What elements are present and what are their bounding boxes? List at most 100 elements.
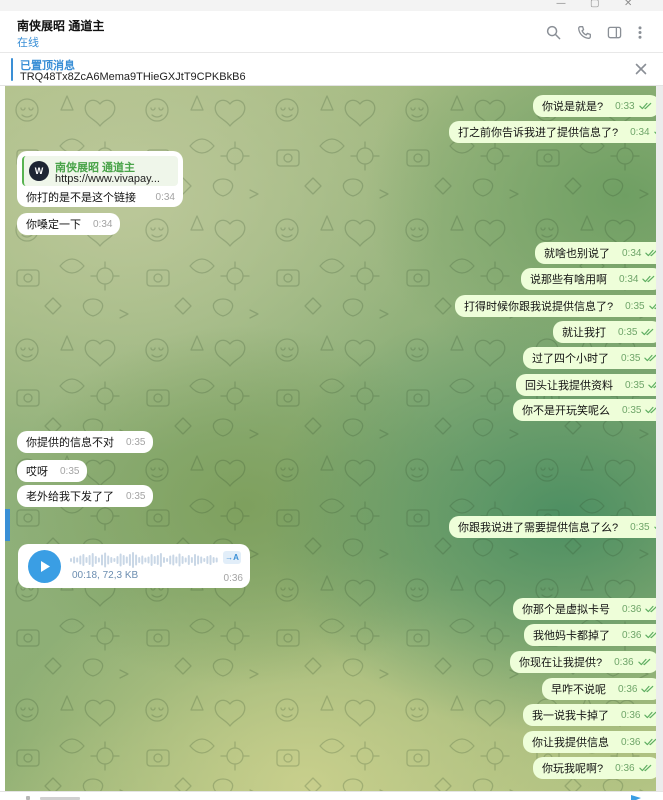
message-time: 0:35 xyxy=(621,352,641,364)
incoming-message[interactable]: 你提供的信息不对 0:35 xyxy=(17,431,154,453)
chat-title[interactable]: 南侠展昭 通道主 xyxy=(17,17,104,34)
play-button[interactable] xyxy=(28,550,61,583)
waveform-bar xyxy=(206,556,209,564)
chat-status: 在线 xyxy=(17,37,39,49)
waveform-bar xyxy=(94,556,97,564)
outgoing-message[interactable]: 过了四个小时了 0:35 xyxy=(523,347,656,369)
chat-area: W 南侠展昭 通道主 https://www.vivapay... 你打的是不是… xyxy=(5,86,656,791)
waveform-bar xyxy=(132,552,134,568)
window-titlebar: — ▢ ✕ xyxy=(0,0,663,11)
search-icon[interactable] xyxy=(544,23,562,41)
link-preview[interactable]: W 南侠展昭 通道主 https://www.vivapay... xyxy=(22,156,178,186)
message-time: 0:34 xyxy=(622,247,642,259)
message-text: 你那个是虚拟卡号 xyxy=(522,604,610,616)
waveform-bar xyxy=(70,558,72,562)
pinned-text: TRQ48Tx8ZcA6Mema9THieGXJtT9CPKBkB6 xyxy=(20,71,246,83)
message-time: 0:36 xyxy=(223,573,243,584)
outgoing-message[interactable]: 你不是开玩笑呢么 0:35 xyxy=(513,399,656,421)
waveform-bar xyxy=(184,557,187,563)
outgoing-message[interactable]: 你现在让我提供? 0:36 xyxy=(510,651,656,673)
voice-duration-size: 00:18, 72,3 KB xyxy=(72,570,139,581)
double-check-icon xyxy=(644,738,656,746)
pinned-accent-bar xyxy=(11,58,13,81)
outgoing-message[interactable]: 早咋不说呢 0:36 xyxy=(542,678,656,700)
phone-icon[interactable] xyxy=(575,23,593,41)
waveform-bar xyxy=(138,557,141,563)
message-time: 0:35 xyxy=(625,379,645,391)
message-time: 0:35 xyxy=(622,404,642,416)
link-preview-url[interactable]: https://www.vivapay... xyxy=(55,173,177,185)
outgoing-message[interactable]: 你玩我呢啊? 0:36 xyxy=(533,757,656,779)
waveform-bar xyxy=(107,555,110,565)
waveform-bar xyxy=(110,557,113,563)
message-time: 0:36 xyxy=(622,629,642,641)
waveform-bar xyxy=(200,556,203,564)
waveform-bar xyxy=(91,553,94,567)
message-text: 你现在让我提供? xyxy=(519,657,603,669)
scrollbar-track[interactable] xyxy=(656,86,663,791)
message-text: 回头让我提供资料 xyxy=(525,380,613,392)
play-icon xyxy=(40,561,50,572)
chat-header: 南侠展昭 通道主 在线 xyxy=(0,11,663,53)
voice-waveform[interactable] xyxy=(70,551,220,569)
incoming-message[interactable]: 你嗓定一下 0:34 xyxy=(17,213,121,235)
outgoing-message[interactable]: 我他妈卡都掉了 0:36 xyxy=(524,624,656,646)
message-text: 过了四个小时了 xyxy=(532,353,609,365)
incoming-message[interactable]: 老外给我下发了了 0:35 xyxy=(17,485,154,507)
outgoing-message[interactable]: 就让我打 0:35 xyxy=(553,321,656,343)
outgoing-message[interactable]: 打之前你告诉我进了提供信息了? 0:34 xyxy=(449,121,656,143)
outgoing-message[interactable]: 你跟我说进了需要提供信息了么? 0:35 xyxy=(449,516,656,538)
waveform-bar xyxy=(73,556,76,564)
outgoing-message[interactable]: 就啥也别说了 0:34 xyxy=(535,242,656,264)
outgoing-message[interactable]: 你让我提供信息 0:36 xyxy=(523,731,656,753)
pinned-message-bar[interactable]: 已置顶消息 TRQ48Tx8ZcA6Mema9THieGXJtT9CPKBkB6 xyxy=(0,53,663,86)
outgoing-message[interactable]: 打得时候你跟我说提供信息了? 0:35 xyxy=(455,295,656,317)
message-time: 0:35 xyxy=(630,521,650,533)
message-time: 0:35 xyxy=(625,300,645,312)
double-check-icon xyxy=(644,354,656,362)
sidebar-toggle-icon[interactable] xyxy=(605,23,623,41)
incoming-voice-message[interactable]: →A 00:18, 72,3 KB 0:36 xyxy=(18,544,250,588)
message-text: 哎呀 xyxy=(26,466,48,478)
double-check-icon xyxy=(648,382,656,389)
incoming-message[interactable]: 哎呀 0:35 xyxy=(17,460,88,482)
waveform-bar xyxy=(113,558,116,562)
double-check-icon xyxy=(642,275,655,283)
outgoing-message[interactable]: 我一说我卡掉了 0:36 xyxy=(523,704,656,726)
outgoing-message[interactable]: 你那个是虚拟卡号 0:36 xyxy=(513,598,656,620)
waveform-bar xyxy=(194,554,196,566)
outgoing-message[interactable]: 你说是就是? 0:33 xyxy=(533,95,656,117)
waveform-bar xyxy=(175,556,178,564)
waveform-bar xyxy=(85,557,88,563)
left-edge-tab[interactable] xyxy=(5,509,10,541)
waveform-bar xyxy=(104,552,107,568)
double-check-icon xyxy=(638,102,651,110)
maximize-icon[interactable]: ▢ xyxy=(590,0,599,9)
message-text: 老外给我下发了了 xyxy=(26,491,114,503)
incoming-link-message[interactable]: W 南侠展昭 通道主 https://www.vivapay... 你打的是不是… xyxy=(17,151,183,207)
waveform-bar xyxy=(125,556,128,564)
outgoing-message[interactable]: 回头让我提供资料 0:35 xyxy=(516,374,656,396)
message-time: 0:34 xyxy=(93,218,113,230)
close-icon[interactable] xyxy=(633,61,649,77)
message-text: 我一说我卡掉了 xyxy=(532,710,609,722)
message-text: 你打的是不是这个链接 xyxy=(26,192,136,204)
transcribe-button[interactable]: →A xyxy=(223,551,241,564)
close-window-icon[interactable]: ✕ xyxy=(624,0,632,9)
message-text: 我他妈卡都掉了 xyxy=(533,630,610,642)
outgoing-message[interactable]: 说那些有啥用啊 0:34 xyxy=(521,268,656,290)
double-check-icon xyxy=(641,685,654,693)
message-input-field[interactable] xyxy=(26,795,86,800)
send-icon[interactable] xyxy=(630,795,642,800)
waveform-bar xyxy=(169,555,172,565)
message-input-bar[interactable] xyxy=(0,791,663,800)
more-vertical-icon[interactable] xyxy=(631,23,649,41)
waveform-bar xyxy=(119,553,122,567)
message-time: 0:36 xyxy=(622,603,642,615)
double-check-icon xyxy=(644,711,656,719)
double-check-icon xyxy=(637,658,650,666)
waveform-bar xyxy=(159,553,162,567)
waveform-bar xyxy=(156,555,159,565)
message-time: 0:35 xyxy=(60,465,80,477)
minimize-icon[interactable]: — xyxy=(556,0,566,9)
